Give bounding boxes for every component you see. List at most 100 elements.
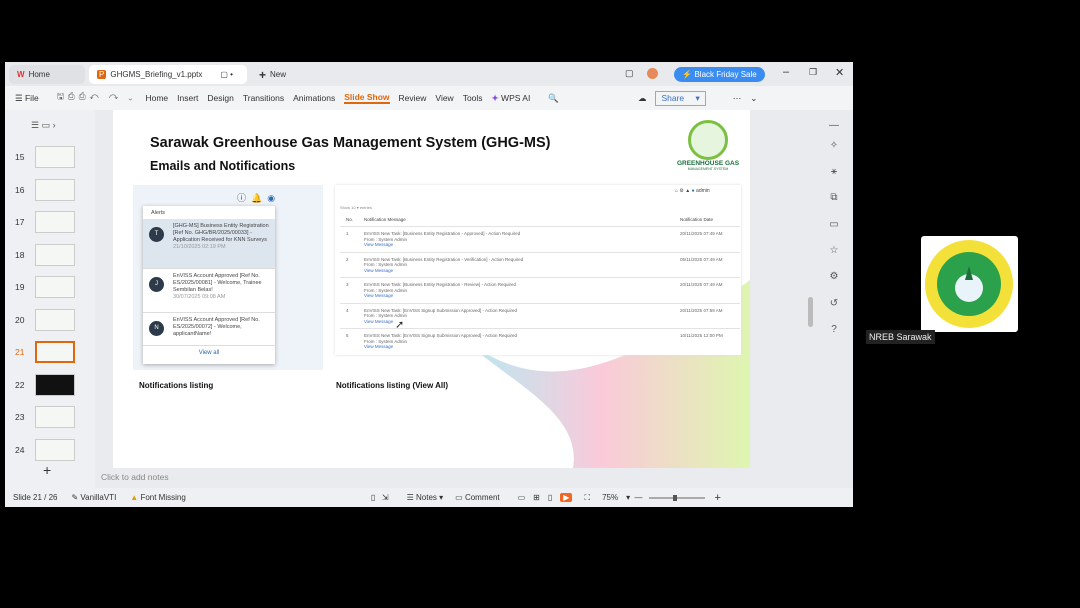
- row-text: EnVISS New Task: [Business Entity Regist…: [364, 282, 516, 287]
- show-label: Show: [340, 205, 351, 210]
- comment-icon[interactable]: ▭: [827, 219, 841, 233]
- slide-number: 20: [15, 314, 25, 325]
- row-no: 3: [346, 282, 349, 287]
- star-icon[interactable]: ☆: [827, 245, 841, 259]
- status-icons[interactable]: ▯ ⇲: [371, 493, 389, 502]
- alerts-header: Alerts: [151, 210, 166, 216]
- close-button[interactable]: ✕: [835, 66, 844, 79]
- history-icon[interactable]: ↺: [827, 298, 841, 312]
- slide-thumbnail[interactable]: [35, 146, 75, 168]
- logo-sub: MANAGEMENT SYSTEM: [687, 167, 729, 171]
- animation-icon[interactable]: ⚹: [827, 166, 841, 180]
- zoom-out-button[interactable]: ▾ —: [626, 493, 642, 502]
- status-bar: Slide 21 / 26 ✎ VanillaVTI ▲ Font Missin…: [5, 488, 853, 507]
- menu-insert[interactable]: Insert: [177, 93, 198, 103]
- zoom-level[interactable]: 75%: [602, 493, 618, 502]
- avatar[interactable]: [647, 68, 658, 79]
- alert-text: EnVISS Account Approved [Ref No. ES/2025…: [173, 273, 262, 293]
- help-icon[interactable]: ?: [827, 324, 841, 338]
- menu-review[interactable]: Review: [399, 93, 427, 103]
- slide-thumbnail[interactable]: [35, 406, 75, 428]
- view-message-link[interactable]: View Message: [364, 293, 393, 298]
- file-menu[interactable]: ☰ File: [15, 93, 48, 104]
- collapse-panel-icon[interactable]: —: [827, 120, 841, 134]
- tab-file[interactable]: P GHGMS_Briefing_v1.pptx ▢ •: [89, 65, 247, 84]
- tab-close-icon[interactable]: ▢ •: [220, 70, 233, 79]
- view-mode-icons[interactable]: ▭⊞▯: [518, 493, 561, 502]
- black-friday-button[interactable]: ⚡ Black Friday Sale: [674, 67, 765, 82]
- globe-icon: [688, 120, 728, 160]
- table-header: No. Notification Message Notification Date: [340, 213, 740, 225]
- slide-thumbnail[interactable]: [35, 243, 75, 266]
- tab-home[interactable]: W Home: [9, 65, 85, 84]
- quick-access-icons[interactable]: 🖫⎙⎙↶ ↷ ⌄: [57, 91, 137, 105]
- slide-thumbnail[interactable]: [35, 178, 75, 201]
- search-icon[interactable]: 🔍: [548, 93, 559, 104]
- menu-tools[interactable]: Tools: [463, 93, 483, 103]
- window-icon[interactable]: ▢: [625, 68, 634, 79]
- menu-slide-show[interactable]: Slide Show: [344, 92, 390, 104]
- zoom-slider[interactable]: [648, 494, 705, 501]
- alert-item[interactable]: T [GHG-MS] Business Entity Registration […: [143, 219, 275, 269]
- view-message-link[interactable]: View Message: [364, 319, 393, 324]
- cloud-icon[interactable]: ☁: [638, 93, 647, 104]
- view-all-link[interactable]: View all: [143, 350, 275, 356]
- slide-thumbnail[interactable]: [35, 373, 75, 396]
- notes-toggle[interactable]: ☰ Notes ▾: [407, 493, 444, 502]
- thumbnail-panel: ☰ ▭ › 15 16 17 18 19 20 21 22 23 24 +: [5, 110, 95, 488]
- theme-indicator[interactable]: ✎ VanillaVTI: [71, 493, 116, 502]
- slide-number: 16: [15, 184, 25, 195]
- row-from: From : System Admin: [364, 338, 408, 344]
- menu-animations[interactable]: Animations: [293, 93, 335, 103]
- vertical-scrollbar[interactable]: [808, 297, 813, 327]
- slide-title: Sarawak Greenhouse Gas Management System…: [150, 135, 551, 151]
- view-message-link[interactable]: View Message: [364, 344, 393, 349]
- slide-thumbnail[interactable]: [35, 308, 75, 331]
- menu-wps-ai[interactable]: ✦ WPS AI: [492, 93, 540, 104]
- wps-window: W Home P GHGMS_Briefing_v1.pptx ▢ • + New ▢ …: [5, 62, 853, 507]
- magic-icon[interactable]: ✧: [827, 140, 841, 154]
- row-message: EnVISS New Task: [EnVISS Signup Submissi…: [364, 308, 674, 325]
- comment-toggle[interactable]: ▭ Comment: [455, 493, 499, 502]
- col-message: Notification Message: [364, 217, 406, 222]
- row-no: 4: [346, 307, 349, 313]
- alert-item[interactable]: N EnVISS Account Approved [Ref No. ES/202…: [143, 313, 275, 346]
- slide-thumbnail[interactable]: [35, 211, 75, 233]
- minimize-button[interactable]: –: [783, 66, 789, 78]
- layers-icon[interactable]: ⧉: [827, 192, 841, 206]
- row-date: 20/11/2025 07:59 AM: [680, 307, 723, 313]
- more-icon[interactable]: ⋯: [733, 93, 742, 104]
- slide-thumbnail[interactable]: [35, 276, 75, 298]
- view-message-link[interactable]: View Message: [364, 268, 393, 273]
- slide-canvas[interactable]: Sarawak Greenhouse Gas Management System…: [113, 110, 750, 468]
- slide-number: 24: [15, 444, 25, 455]
- slide-thumbnail[interactable]: [35, 341, 75, 363]
- fit-icon[interactable]: ⛶: [584, 493, 590, 503]
- play-slideshow-button[interactable]: ▶: [560, 493, 573, 502]
- view-message-link[interactable]: View Message: [364, 242, 393, 247]
- alert-date: 21/10/2025 02:19 PM: [173, 244, 226, 250]
- font-missing-indicator[interactable]: ▲ Font Missing: [130, 493, 186, 502]
- show-value[interactable]: 10: [351, 205, 355, 210]
- notes-input[interactable]: Click to add notes: [101, 472, 169, 482]
- collapse-icon[interactable]: ⌄: [750, 93, 757, 104]
- zoom-in-button[interactable]: +: [715, 492, 721, 504]
- user-label: admin: [696, 188, 710, 194]
- slide-thumbnail[interactable]: [35, 438, 75, 461]
- menu-view[interactable]: View: [435, 93, 453, 103]
- row-from: From : System Admin: [364, 236, 408, 242]
- new-tab-button[interactable]: + New: [251, 65, 294, 84]
- outline-toggle-icon[interactable]: ☰ ▭ ›: [31, 120, 56, 131]
- logo-text: GREENHOUSE GAS: [676, 160, 740, 167]
- menu-transitions[interactable]: Transitions: [243, 93, 284, 103]
- settings-icon[interactable]: ⚙: [827, 271, 841, 285]
- share-button[interactable]: Share ▾: [655, 90, 706, 106]
- alerts-dropdown: Alerts T [GHG-MS] Business Entity Registr…: [143, 206, 275, 364]
- alert-item[interactable]: J EnVISS Account Approved [Ref No. ES/202…: [143, 269, 275, 313]
- restore-button[interactable]: ❐: [809, 67, 817, 78]
- entries-label: entries: [359, 205, 372, 210]
- add-slide-button[interactable]: +: [43, 462, 51, 478]
- alert-avatar: T: [149, 227, 164, 242]
- menu-home[interactable]: Home: [145, 93, 168, 103]
- menu-design[interactable]: Design: [207, 93, 233, 103]
